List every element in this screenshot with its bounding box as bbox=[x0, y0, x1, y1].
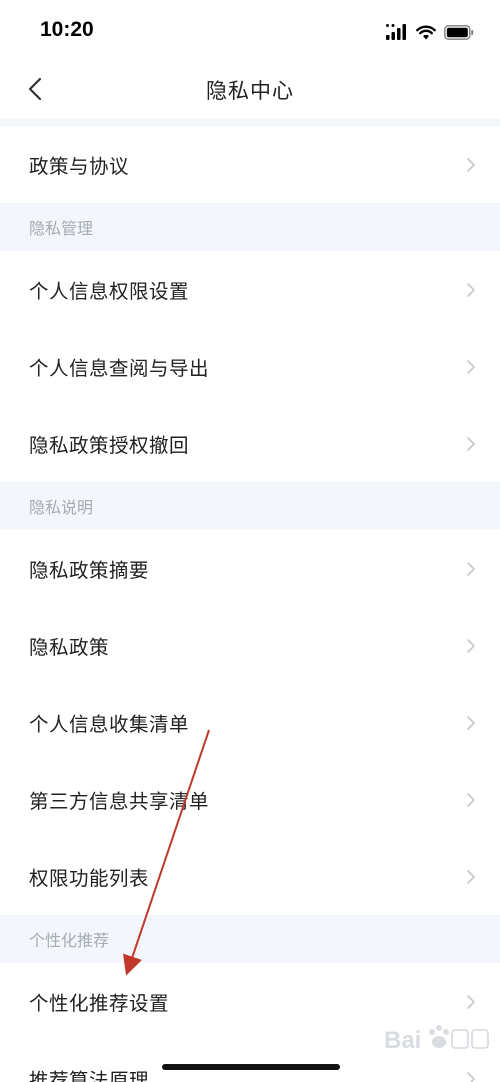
list-item-label: 个性化推荐设置 bbox=[29, 992, 170, 1015]
status-icons bbox=[386, 22, 474, 42]
page-title: 隐私中心 bbox=[206, 79, 294, 103]
battery-icon bbox=[444, 24, 474, 40]
list-item-label: 权限功能列表 bbox=[29, 867, 150, 890]
chevron-right-icon bbox=[467, 359, 475, 374]
list-item-label: 隐私政策 bbox=[29, 636, 110, 659]
wifi-icon bbox=[416, 25, 436, 39]
nav-bar: 隐私中心 bbox=[0, 60, 500, 118]
list-item-policy-agreement[interactable]: 政策与协议 bbox=[0, 126, 500, 203]
list-item-permission-settings[interactable]: 个人信息权限设置 bbox=[0, 251, 500, 328]
chevron-right-icon bbox=[467, 792, 475, 807]
chevron-right-icon bbox=[467, 869, 475, 884]
list-item-authorization-revoke[interactable]: 隐私政策授权撤回 bbox=[0, 405, 500, 482]
section-header-privacy-explanation: 隐私说明 bbox=[0, 482, 500, 530]
list-item-third-party-sharing[interactable]: 第三方信息共享清单 bbox=[0, 761, 500, 838]
list-item-permission-functions[interactable]: 权限功能列表 bbox=[0, 838, 500, 915]
settings-list: 政策与协议 隐私管理 个人信息权限设置 个人信息查阅与导出 隐私政策授权撤回 隐… bbox=[0, 118, 500, 1082]
status-bar: 10:20 bbox=[0, 0, 500, 60]
chevron-right-icon bbox=[467, 638, 475, 653]
chevron-right-icon bbox=[467, 436, 475, 451]
list-item-label: 第三方信息共享清单 bbox=[29, 790, 210, 813]
svg-text:Bai: Bai bbox=[384, 1027, 421, 1054]
list-item-label: 个人信息权限设置 bbox=[29, 280, 190, 303]
status-time: 10:20 bbox=[40, 18, 94, 41]
cellular-signal-icon bbox=[386, 24, 406, 40]
section-header-personalized: 个性化推荐 bbox=[0, 915, 500, 963]
chevron-right-icon bbox=[467, 1071, 475, 1082]
chevron-right-icon bbox=[467, 715, 475, 730]
chevron-right-icon bbox=[467, 561, 475, 576]
chevron-right-icon bbox=[467, 994, 475, 1009]
section-header-privacy-management: 隐私管理 bbox=[0, 203, 500, 251]
list-item-label: 隐私政策授权撤回 bbox=[29, 434, 190, 457]
section-gap bbox=[0, 118, 500, 126]
list-item-collection-list[interactable]: 个人信息收集清单 bbox=[0, 684, 500, 761]
chevron-right-icon bbox=[467, 282, 475, 297]
list-item-privacy-policy[interactable]: 隐私政策 bbox=[0, 607, 500, 684]
list-item-info-export[interactable]: 个人信息查阅与导出 bbox=[0, 328, 500, 405]
list-item-label: 个人信息查阅与导出 bbox=[29, 357, 210, 380]
list-item-label: 个人信息收集清单 bbox=[29, 713, 190, 736]
chevron-right-icon bbox=[467, 157, 475, 172]
list-item-label: 隐私政策摘要 bbox=[29, 559, 150, 582]
baidu-jingyan-watermark-logo: Bai bbox=[384, 1025, 489, 1054]
list-item-policy-summary[interactable]: 隐私政策摘要 bbox=[0, 530, 500, 607]
list-item-label: 推荐算法原理 bbox=[29, 1069, 150, 1082]
home-indicator bbox=[162, 1064, 340, 1070]
list-item-label: 政策与协议 bbox=[29, 155, 130, 178]
